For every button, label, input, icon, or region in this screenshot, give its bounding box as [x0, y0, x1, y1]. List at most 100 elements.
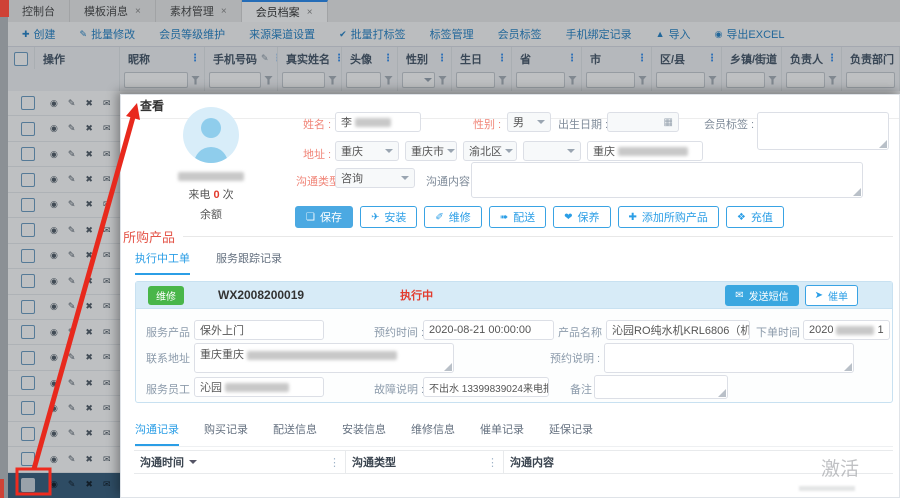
purchased-products-section: 所购产品 [123, 227, 893, 246]
redacted-phone [178, 172, 244, 181]
gender-label: 性别 [473, 116, 501, 132]
maintain-button[interactable]: ❤保养 [553, 206, 610, 228]
record-column-label: 沟通类型 [352, 454, 396, 470]
add-product-button[interactable]: ✚ 添加所购产品 [618, 206, 719, 228]
record-tab-5[interactable]: 维修信息 [411, 421, 455, 446]
city-select[interactable]: 重庆市 [405, 141, 457, 161]
product-name-input[interactable]: 沁园RO纯水机KRL6806（机横式，厨门 [606, 320, 750, 340]
work-order-header: 维修 WX2008200019 执行中 ✉ 发送短信 ➤ 催单 [136, 282, 892, 309]
modal-action-buttons: ❏保存 ✈ 安装 ✐ 维修 ➠配送 ❤保养 ✚ 添加所购产品 ❖ 充值 [295, 206, 784, 228]
comm-type-select[interactable]: 咨询 [335, 168, 415, 188]
member-tag-textarea[interactable] [757, 112, 889, 150]
record-grid-header: 沟通时间 ⋮ 沟通类型 ⋮ 沟通内容 [134, 450, 893, 474]
button-label: 保存 [320, 209, 342, 225]
district-select[interactable]: 渝北区 [463, 141, 517, 161]
street-select[interactable] [523, 141, 581, 161]
record-column-1[interactable]: 沟通时间 ⋮ [134, 451, 346, 473]
calls-count-line: 来电 0 次 [151, 186, 271, 202]
birth-date-label: 出生日期 [558, 116, 608, 132]
chevron-down-icon [447, 149, 455, 157]
maintain-icon: ❤ [564, 212, 572, 223]
calendar-icon: ▦ [664, 117, 673, 128]
deliver-button[interactable]: ➠配送 [489, 206, 546, 228]
recharge-button[interactable]: ❖ 充值 [726, 206, 784, 228]
order-status: 执行中 [400, 287, 433, 303]
annotation-red-sliver [0, 479, 4, 498]
button-label: 安装 [384, 209, 406, 225]
service-staff-label: 服务员工 [146, 381, 196, 397]
screen: 控制台模板消息×素材管理×会员档案× ✚创建✎批量修改会员等级维护来源渠道设置✔… [0, 0, 900, 498]
order-tabs: 执行中工单 服务跟踪记录 [135, 250, 282, 275]
appointment-time-label: 预约时间 [374, 324, 424, 340]
calls-count: 0 [213, 189, 219, 201]
send-sms-button[interactable]: ✉ 发送短信 [725, 285, 798, 306]
send-icon: ➤ [815, 290, 823, 301]
address-label: 地址 [303, 146, 331, 162]
install-button[interactable]: ✈ 安装 [360, 206, 417, 228]
order-tab-1[interactable]: 执行中工单 [135, 250, 190, 275]
record-column-label: 沟通内容 [510, 454, 554, 470]
address-detail-input[interactable]: 重庆 [587, 141, 703, 161]
record-tabs: 沟通记录购买记录配送信息安装信息维修信息催单记录延保记录 [135, 421, 893, 447]
record-tab-4[interactable]: 安装信息 [342, 421, 386, 446]
record-tab-2[interactable]: 购买记录 [204, 421, 248, 446]
repair-button[interactable]: ✐ 维修 [424, 206, 481, 228]
button-label: 充值 [751, 209, 773, 225]
recharge-icon: ❖ [737, 212, 746, 223]
service-product-input[interactable]: 保外上门 [194, 320, 324, 340]
annotation-red-square [0, 0, 9, 17]
chevron-down-icon [385, 149, 393, 157]
button-label: 维修 [449, 209, 471, 225]
product-name-label: 产品名称 [558, 324, 608, 340]
record-tab-3[interactable]: 配送信息 [273, 421, 317, 446]
comm-content-textarea[interactable] [471, 162, 863, 198]
birth-date-input[interactable]: ▦ [607, 112, 679, 132]
chevron-down-icon [537, 120, 545, 128]
fault-note-label: 故障说明 [374, 381, 424, 397]
repair-icon: ✐ [435, 212, 443, 223]
province-select[interactable]: 重庆 [335, 141, 399, 161]
appointment-time-input[interactable]: 2020-08-21 00:00:00 [423, 320, 554, 340]
appointment-note-label: 预约说明 [550, 350, 600, 366]
urge-order-button[interactable]: ➤ 催单 [805, 285, 858, 306]
record-tab-6[interactable]: 催单记录 [480, 421, 524, 446]
fault-note-input[interactable]: 不出水 13399839024来电报修 6月换- [423, 377, 549, 397]
avatar [183, 107, 239, 163]
add-product-icon: ✚ [629, 212, 637, 223]
name-input[interactable]: 李 [335, 112, 421, 132]
activate-watermark: 激活 [821, 454, 859, 481]
order-time-label: 下单时间 [756, 324, 806, 340]
contact-address-label: 联系地址 [146, 350, 196, 366]
appointment-note-textarea[interactable] [604, 343, 854, 373]
watermark-subtext [799, 486, 855, 491]
service-staff-input[interactable]: 沁园 [194, 377, 324, 397]
column-menu-icon[interactable]: ⋮ [487, 456, 498, 469]
record-tab-1[interactable]: 沟通记录 [135, 421, 179, 446]
view-member-modal: 查看 来电 0 次 余额 姓名 李 性别 男 出生日期 ▦ 会员标签 [120, 94, 900, 498]
comm-content-label: 沟通内容 [426, 173, 476, 189]
contact-address-textarea[interactable]: 重庆重庆 [194, 343, 454, 373]
button-label: 添加所购产品 [642, 209, 708, 225]
member-tag-label: 会员标签 [704, 116, 754, 132]
remark-textarea[interactable] [594, 375, 728, 399]
save-button[interactable]: ❏保存 [295, 206, 353, 228]
order-time-input[interactable]: 20201 [803, 320, 890, 340]
balance-label: 余额 [151, 206, 271, 222]
chevron-down-icon [567, 149, 575, 157]
button-label: 配送 [513, 209, 535, 225]
install-icon: ✈ [371, 212, 379, 223]
record-column-label: 沟通时间 [140, 454, 184, 470]
sort-desc-icon[interactable] [189, 460, 197, 468]
order-number: WX2008200019 [218, 288, 304, 302]
order-type-badge: 维修 [148, 286, 184, 305]
section-title: 所购产品 [123, 227, 175, 246]
gender-select[interactable]: 男 [507, 112, 551, 132]
service-product-label: 服务产品 [146, 324, 196, 340]
name-label: 姓名 [303, 116, 331, 132]
work-order-card: 维修 WX2008200019 执行中 ✉ 发送短信 ➤ 催单 服务产品 保外上… [135, 281, 893, 403]
member-profile: 来电 0 次 余额 [151, 107, 271, 222]
record-tab-7[interactable]: 延保记录 [549, 421, 593, 446]
record-column-2[interactable]: 沟通类型 ⋮ [346, 451, 504, 473]
order-tab-2[interactable]: 服务跟踪记录 [216, 250, 282, 275]
column-menu-icon[interactable]: ⋮ [329, 456, 340, 469]
